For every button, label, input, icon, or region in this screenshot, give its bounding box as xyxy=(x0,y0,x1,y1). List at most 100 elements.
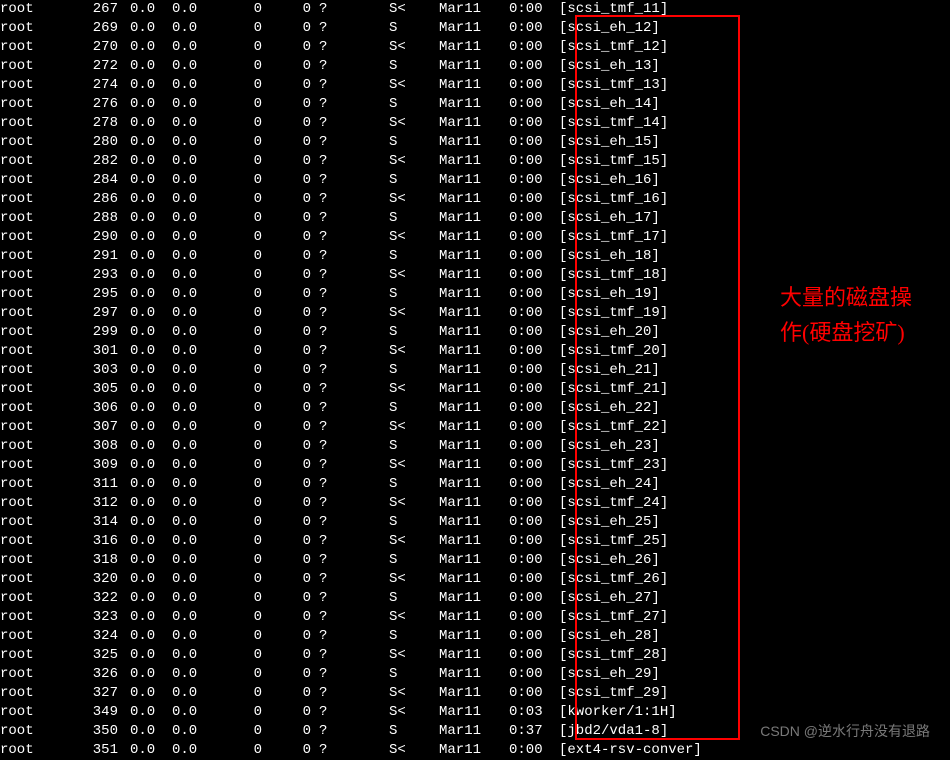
col-tty: ? xyxy=(319,114,389,133)
col-vsz: 0 xyxy=(214,684,274,703)
col-user: root xyxy=(0,95,80,114)
col-time: 0:00 xyxy=(509,342,559,361)
col-pid: 316 xyxy=(80,532,130,551)
col-start: Mar11 xyxy=(439,57,509,76)
col-time: 0:00 xyxy=(509,646,559,665)
col-cmd: [ext4-rsv-conver] xyxy=(559,741,950,760)
col-rss: 0 xyxy=(274,152,319,171)
col-stat: S xyxy=(389,133,439,152)
col-mem: 0.0 xyxy=(172,399,214,418)
col-pid: 291 xyxy=(80,247,130,266)
col-stat: S< xyxy=(389,494,439,513)
col-start: Mar11 xyxy=(439,95,509,114)
col-cmd: [scsi_tmf_11] xyxy=(559,0,950,19)
col-user: root xyxy=(0,361,80,380)
col-vsz: 0 xyxy=(214,608,274,627)
process-row: root2910.00.000?SMar110:00[scsi_eh_18] xyxy=(0,247,950,266)
col-stat: S xyxy=(389,589,439,608)
col-tty: ? xyxy=(319,684,389,703)
col-pid: 288 xyxy=(80,209,130,228)
col-start: Mar11 xyxy=(439,646,509,665)
process-row: root3120.00.000?S<Mar110:00[scsi_tmf_24] xyxy=(0,494,950,513)
col-user: root xyxy=(0,532,80,551)
col-vsz: 0 xyxy=(214,114,274,133)
col-rss: 0 xyxy=(274,95,319,114)
col-tty: ? xyxy=(319,570,389,589)
col-rss: 0 xyxy=(274,171,319,190)
col-cmd: [scsi_eh_13] xyxy=(559,57,950,76)
col-mem: 0.0 xyxy=(172,475,214,494)
col-pid: 320 xyxy=(80,570,130,589)
col-cmd: [scsi_eh_23] xyxy=(559,437,950,456)
col-tty: ? xyxy=(319,494,389,513)
col-cmd: [scsi_eh_18] xyxy=(559,247,950,266)
col-stat: S xyxy=(389,513,439,532)
col-rss: 0 xyxy=(274,0,319,19)
col-start: Mar11 xyxy=(439,551,509,570)
col-vsz: 0 xyxy=(214,437,274,456)
col-rss: 0 xyxy=(274,608,319,627)
col-vsz: 0 xyxy=(214,532,274,551)
col-vsz: 0 xyxy=(214,0,274,19)
col-cpu: 0.0 xyxy=(130,741,172,760)
col-user: root xyxy=(0,494,80,513)
col-time: 0:00 xyxy=(509,114,559,133)
col-rss: 0 xyxy=(274,684,319,703)
col-mem: 0.0 xyxy=(172,285,214,304)
col-pid: 290 xyxy=(80,228,130,247)
col-start: Mar11 xyxy=(439,190,509,209)
col-mem: 0.0 xyxy=(172,133,214,152)
col-start: Mar11 xyxy=(439,209,509,228)
col-cmd: [scsi_eh_27] xyxy=(559,589,950,608)
col-rss: 0 xyxy=(274,342,319,361)
col-user: root xyxy=(0,133,80,152)
col-vsz: 0 xyxy=(214,228,274,247)
col-pid: 312 xyxy=(80,494,130,513)
col-cpu: 0.0 xyxy=(130,551,172,570)
col-user: root xyxy=(0,190,80,209)
col-mem: 0.0 xyxy=(172,684,214,703)
col-mem: 0.0 xyxy=(172,437,214,456)
col-stat: S< xyxy=(389,703,439,722)
col-mem: 0.0 xyxy=(172,551,214,570)
process-row: root3510.00.000?S<Mar110:00[ext4-rsv-con… xyxy=(0,741,950,760)
col-pid: 323 xyxy=(80,608,130,627)
col-time: 0:37 xyxy=(509,722,559,741)
col-start: Mar11 xyxy=(439,399,509,418)
col-start: Mar11 xyxy=(439,570,509,589)
col-cmd: [scsi_tmf_29] xyxy=(559,684,950,703)
col-cmd: [scsi_eh_16] xyxy=(559,171,950,190)
col-time: 0:00 xyxy=(509,589,559,608)
col-rss: 0 xyxy=(274,418,319,437)
col-rss: 0 xyxy=(274,494,319,513)
col-cmd: [scsi_tmf_24] xyxy=(559,494,950,513)
col-cmd: [scsi_tmf_28] xyxy=(559,646,950,665)
col-time: 0:00 xyxy=(509,684,559,703)
process-row: root2820.00.000?S<Mar110:00[scsi_tmf_15] xyxy=(0,152,950,171)
col-mem: 0.0 xyxy=(172,76,214,95)
col-rss: 0 xyxy=(274,228,319,247)
process-row: root3050.00.000?S<Mar110:00[scsi_tmf_21] xyxy=(0,380,950,399)
col-start: Mar11 xyxy=(439,19,509,38)
col-stat: S xyxy=(389,475,439,494)
col-vsz: 0 xyxy=(214,133,274,152)
col-tty: ? xyxy=(319,228,389,247)
col-cpu: 0.0 xyxy=(130,38,172,57)
process-list[interactable]: root2670.00.000?S<Mar110:00[scsi_tmf_11]… xyxy=(0,0,950,760)
col-stat: S< xyxy=(389,418,439,437)
col-vsz: 0 xyxy=(214,741,274,760)
col-tty: ? xyxy=(319,247,389,266)
col-vsz: 0 xyxy=(214,722,274,741)
col-time: 0:00 xyxy=(509,665,559,684)
col-tty: ? xyxy=(319,285,389,304)
col-time: 0:00 xyxy=(509,38,559,57)
col-cmd: [scsi_tmf_14] xyxy=(559,114,950,133)
col-start: Mar11 xyxy=(439,722,509,741)
col-rss: 0 xyxy=(274,456,319,475)
col-start: Mar11 xyxy=(439,627,509,646)
col-user: root xyxy=(0,722,80,741)
col-stat: S< xyxy=(389,266,439,285)
col-cpu: 0.0 xyxy=(130,304,172,323)
col-rss: 0 xyxy=(274,665,319,684)
col-tty: ? xyxy=(319,361,389,380)
